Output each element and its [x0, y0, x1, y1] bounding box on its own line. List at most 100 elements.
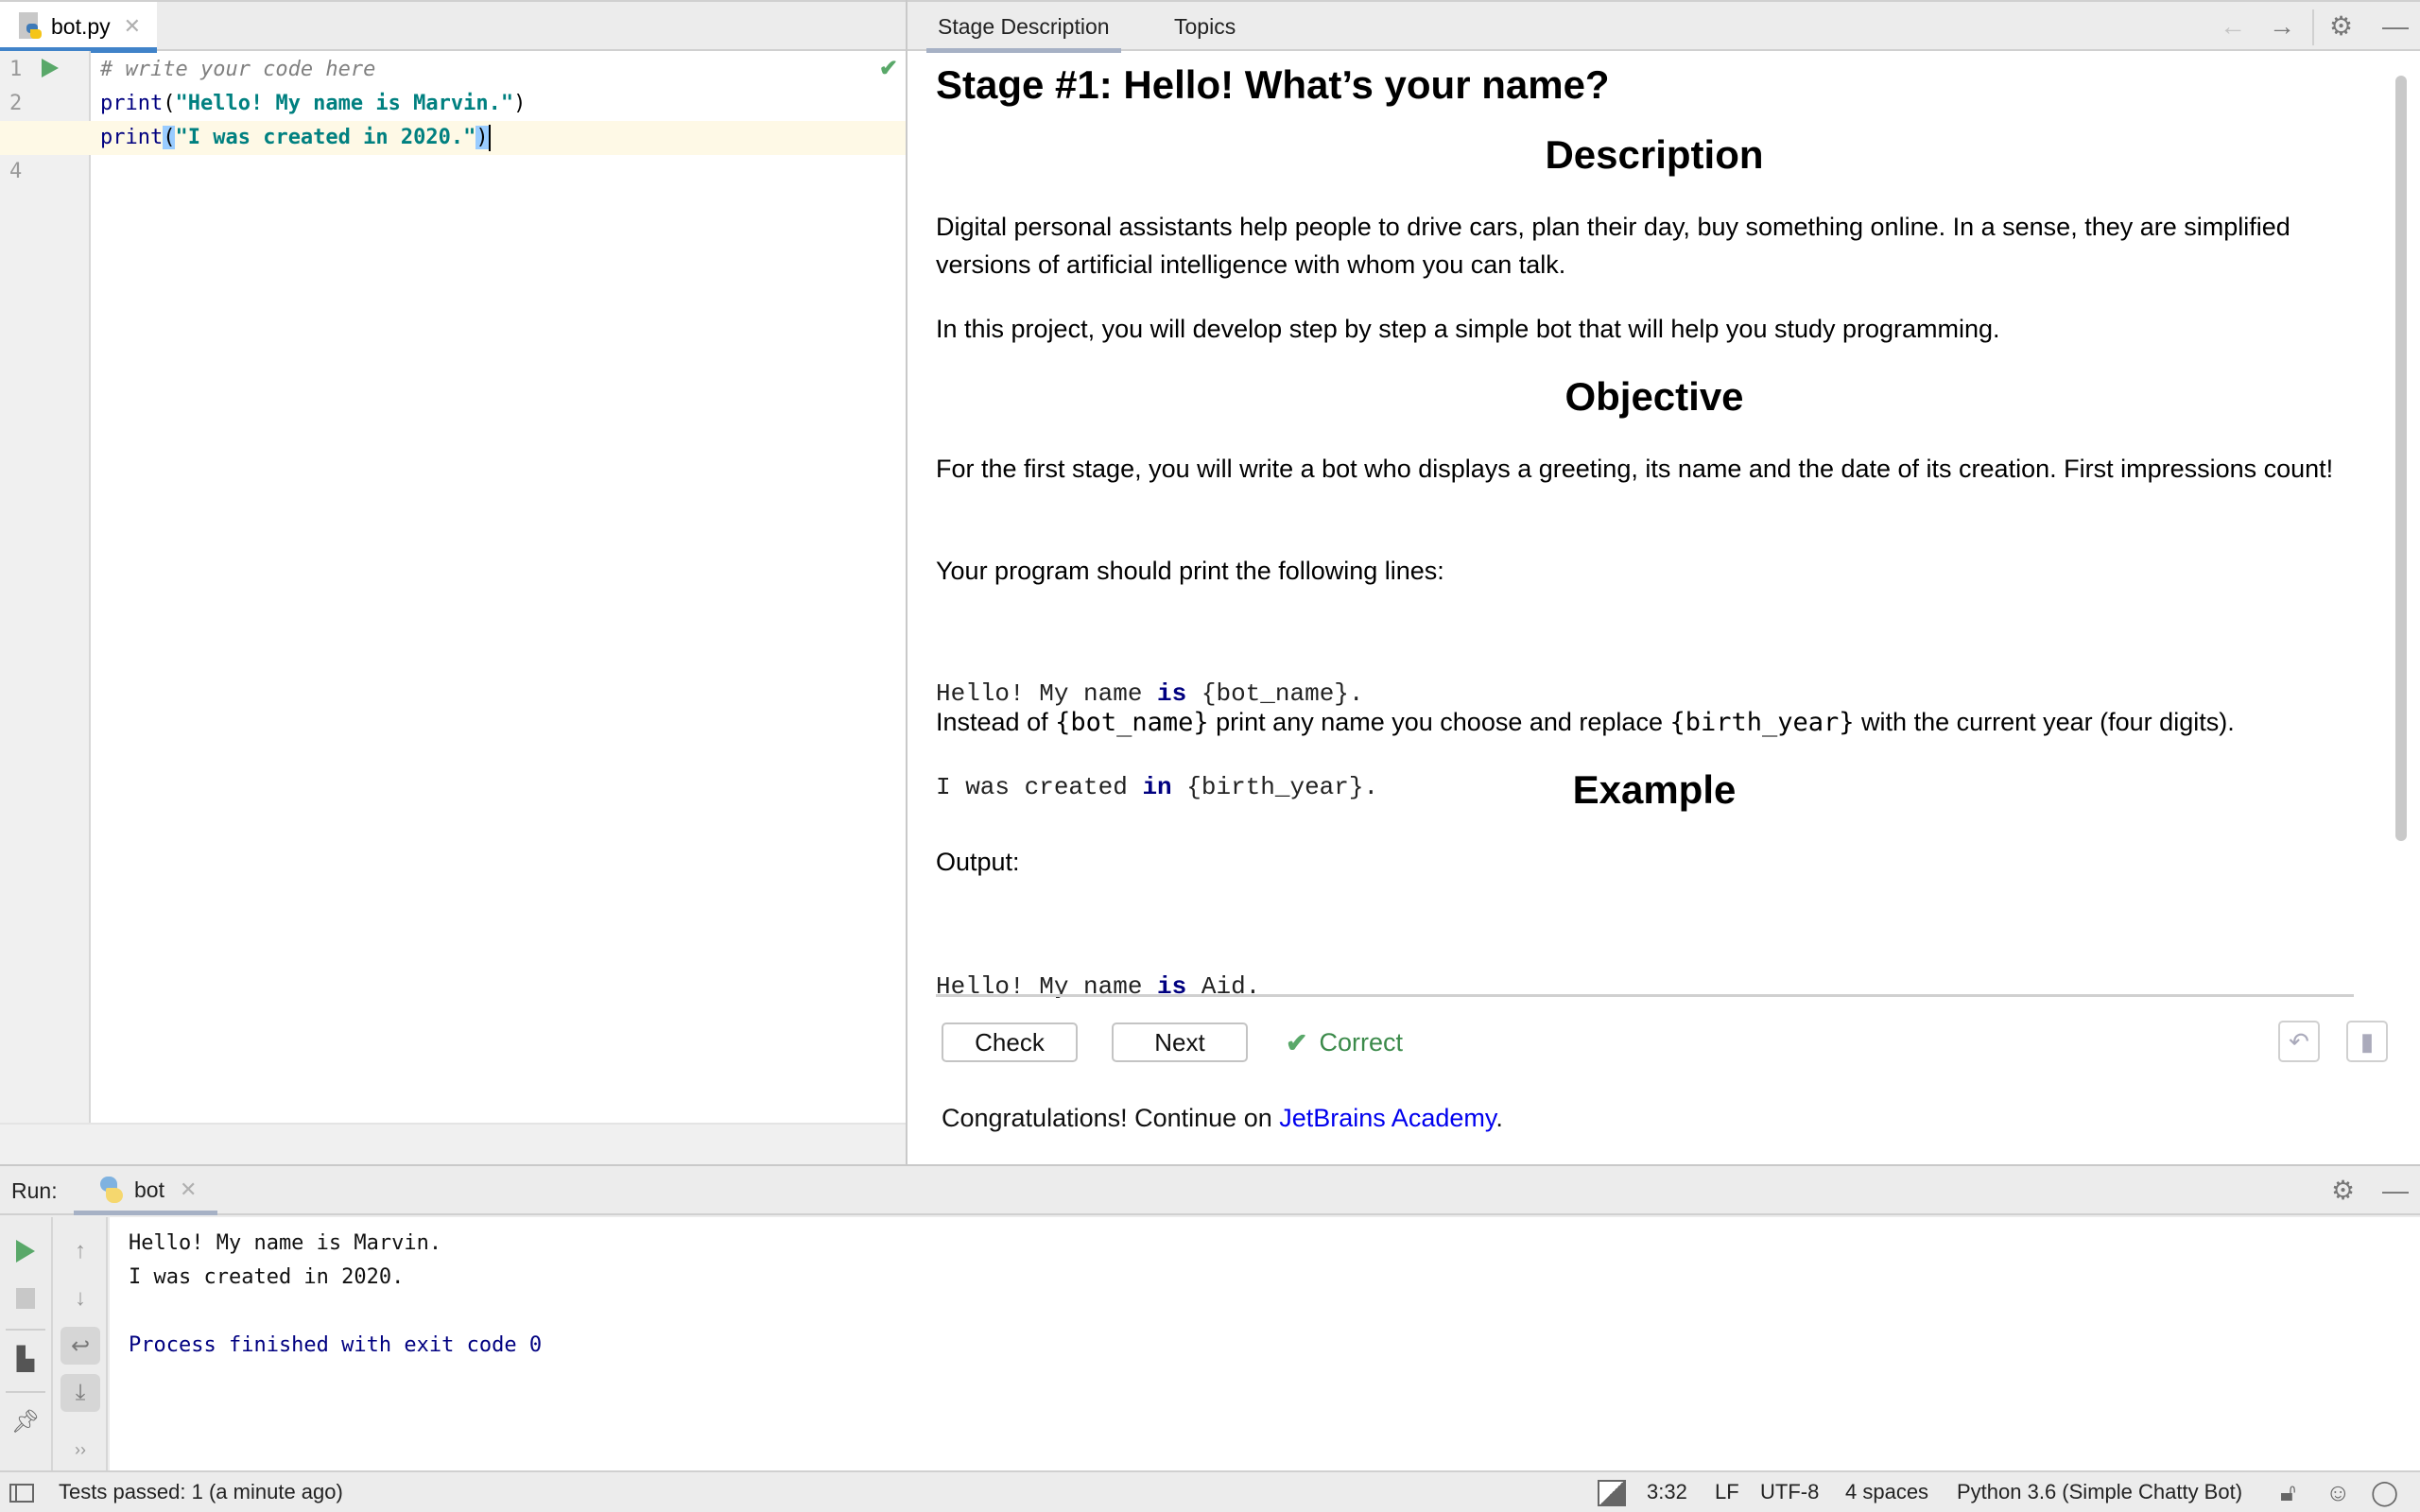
code-editor[interactable]: bot.py ✕ 1 2 3 4 # write your code here p… — [0, 0, 906, 1164]
console-line: I was created in 2020. — [129, 1265, 405, 1289]
tab-topics[interactable]: Topics — [1174, 2, 1236, 51]
header-separator — [2312, 9, 2314, 45]
code-token: ) — [475, 126, 489, 149]
gear-icon[interactable]: ⚙ — [2331, 1177, 2355, 1204]
content-divider — [936, 994, 2354, 997]
indent-setting[interactable]: 4 spaces — [1845, 1472, 1928, 1512]
comment-feedback-icon[interactable]: ▮ — [2346, 1021, 2388, 1062]
gear-icon[interactable]: ⚙ — [2329, 13, 2353, 40]
description-paragraph: Digital personal assistants help people … — [936, 213, 2290, 279]
more-actions-button[interactable]: ›› — [60, 1431, 100, 1469]
file-encoding[interactable]: UTF-8 — [1760, 1472, 1819, 1512]
file-tab-label: bot.py — [51, 13, 111, 39]
arrow-up-icon: ↑ — [75, 1238, 86, 1263]
run-toolbar-primary: ▙ 📌︎ — [0, 1217, 53, 1470]
example-code-block: Hello! My name is Aid. I was created in … — [936, 909, 1260, 998]
console-line: Hello! My name is Marvin. — [129, 1231, 442, 1255]
code-token: "Hello! My name is Marvin." — [175, 92, 514, 115]
text-caret — [488, 125, 491, 151]
task-content: Stage #1: Hello! What’s your name? Descr… — [936, 53, 2373, 998]
code-token: ( — [163, 126, 176, 149]
minimize-icon[interactable]: — — [2382, 1177, 2409, 1204]
console-line: Process finished with exit code 0 — [129, 1333, 543, 1357]
inspector-hector-icon[interactable]: ☺ — [2325, 1478, 2351, 1506]
layout-icon: ▙ — [16, 1346, 35, 1372]
status-label: Correct — [1319, 1027, 1403, 1057]
code-token: ) — [513, 92, 527, 115]
arrow-right-icon[interactable]: → — [2269, 13, 2295, 40]
objective-paragraph: For the first stage, you will write a bo… — [936, 455, 2334, 483]
objective-paragraph: Your program should print the following … — [936, 557, 1444, 585]
stop-button[interactable] — [6, 1280, 45, 1317]
stop-icon — [16, 1288, 35, 1309]
check-status: ✔ Correct — [1286, 1022, 1403, 1062]
notifications-icon[interactable]: ◯ — [2371, 1478, 2398, 1506]
code-token: print — [100, 126, 164, 149]
soft-wrap-icon: ↩ — [70, 1332, 91, 1359]
lock-open-icon[interactable]: 🔓︎ — [2280, 1478, 2296, 1506]
scroll-to-end-icon: ⤓ — [75, 1380, 86, 1405]
inspection-ok-check-icon[interactable]: ✔ — [879, 55, 898, 82]
code-area[interactable]: # write your code here print("Hello! My n… — [0, 53, 906, 1123]
next-button[interactable]: Next — [1112, 1022, 1248, 1062]
code-token: ( — [163, 92, 176, 115]
run-tab-bot[interactable]: bot ✕ — [74, 1166, 217, 1215]
line-number: 2 — [9, 92, 23, 115]
python-icon — [98, 1177, 125, 1203]
description-heading: Description — [1545, 132, 1764, 177]
tab-stage-description[interactable]: Stage Description — [926, 2, 1121, 53]
active-tab-indicator — [74, 1211, 217, 1215]
pin-icon: 📌︎ — [10, 1408, 41, 1435]
python-interpreter[interactable]: Python 3.6 (Simple Chatty Bot) — [1957, 1472, 2242, 1512]
file-tab-bot-py[interactable]: bot.py ✕ — [0, 2, 157, 53]
code-line[interactable]: print("I was created in 2020.") — [0, 121, 906, 155]
stage-title: Stage #1: Hello! What’s your name? — [936, 62, 1610, 107]
code-line[interactable]: print("Hello! My name is Marvin.") — [93, 87, 906, 121]
line-number-gutter[interactable]: 1 2 3 4 — [0, 51, 91, 1123]
python-file-icon — [19, 12, 43, 41]
rerun-button[interactable] — [6, 1232, 45, 1270]
instead-paragraph: Instead of {bot_name} print any name you… — [936, 708, 2235, 737]
task-panel-header: Stage Description Topics ← → ⚙ — — [908, 0, 2420, 53]
jetbrains-academy-link[interactable]: JetBrains Academy — [1279, 1104, 1495, 1132]
tab-label: Stage Description — [938, 14, 1110, 39]
line-number: 4 — [9, 160, 23, 183]
play-icon — [16, 1240, 35, 1263]
code-line[interactable] — [93, 155, 906, 189]
caret-position[interactable]: 3:32 — [1647, 1472, 1687, 1512]
close-icon[interactable]: ✕ — [180, 1177, 197, 1202]
toolbar-separator — [6, 1391, 45, 1393]
scroll-to-end-toggle[interactable]: ⤓ — [60, 1374, 100, 1412]
run-label: Run: — [11, 1178, 58, 1203]
soft-wrap-toggle[interactable]: ↩ — [60, 1327, 100, 1365]
run-line-icon[interactable] — [42, 59, 59, 77]
toolbar-separator — [6, 1329, 45, 1331]
code-line[interactable]: # write your code here — [93, 53, 906, 87]
inline-code: {birth_year} — [1669, 708, 1855, 737]
run-tab-label: bot — [134, 1177, 164, 1202]
pin-button[interactable]: 📌︎ — [6, 1402, 45, 1440]
line-separator[interactable]: LF — [1715, 1472, 1739, 1512]
tool-window-toggle-icon[interactable] — [9, 1484, 34, 1503]
arrow-left-icon[interactable]: ← — [2220, 13, 2246, 40]
close-icon[interactable]: ✕ — [124, 14, 141, 39]
status-message[interactable]: Tests passed: 1 (a minute ago) — [59, 1472, 343, 1512]
memory-indicator-icon[interactable] — [1598, 1480, 1626, 1506]
editor-breadcrumb-bar — [0, 1123, 906, 1164]
objective-heading: Objective — [1564, 374, 1744, 419]
description-scrollbar[interactable] — [2395, 76, 2407, 841]
run-console-output[interactable]: Hello! My name is Marvin. I was created i… — [110, 1217, 2420, 1470]
example-heading: Example — [1572, 767, 1737, 812]
line-number: 1 — [9, 58, 23, 81]
arrow-down-icon: ↓ — [75, 1285, 86, 1311]
inline-code: {bot_name} — [1055, 708, 1209, 737]
layout-button[interactable]: ▙ — [6, 1340, 45, 1378]
reset-undo-icon[interactable]: ↶ — [2278, 1021, 2320, 1062]
congratulations-message: Congratulations! Continue on JetBrains A… — [942, 1104, 1503, 1132]
scroll-down-button[interactable]: ↓ — [60, 1280, 100, 1317]
scroll-up-button[interactable]: ↑ — [60, 1232, 100, 1270]
check-button[interactable]: Check — [942, 1022, 1078, 1062]
run-panel-header: Run: bot ✕ ⚙ — — [0, 1166, 2420, 1215]
minimize-icon[interactable]: — — [2382, 13, 2409, 40]
